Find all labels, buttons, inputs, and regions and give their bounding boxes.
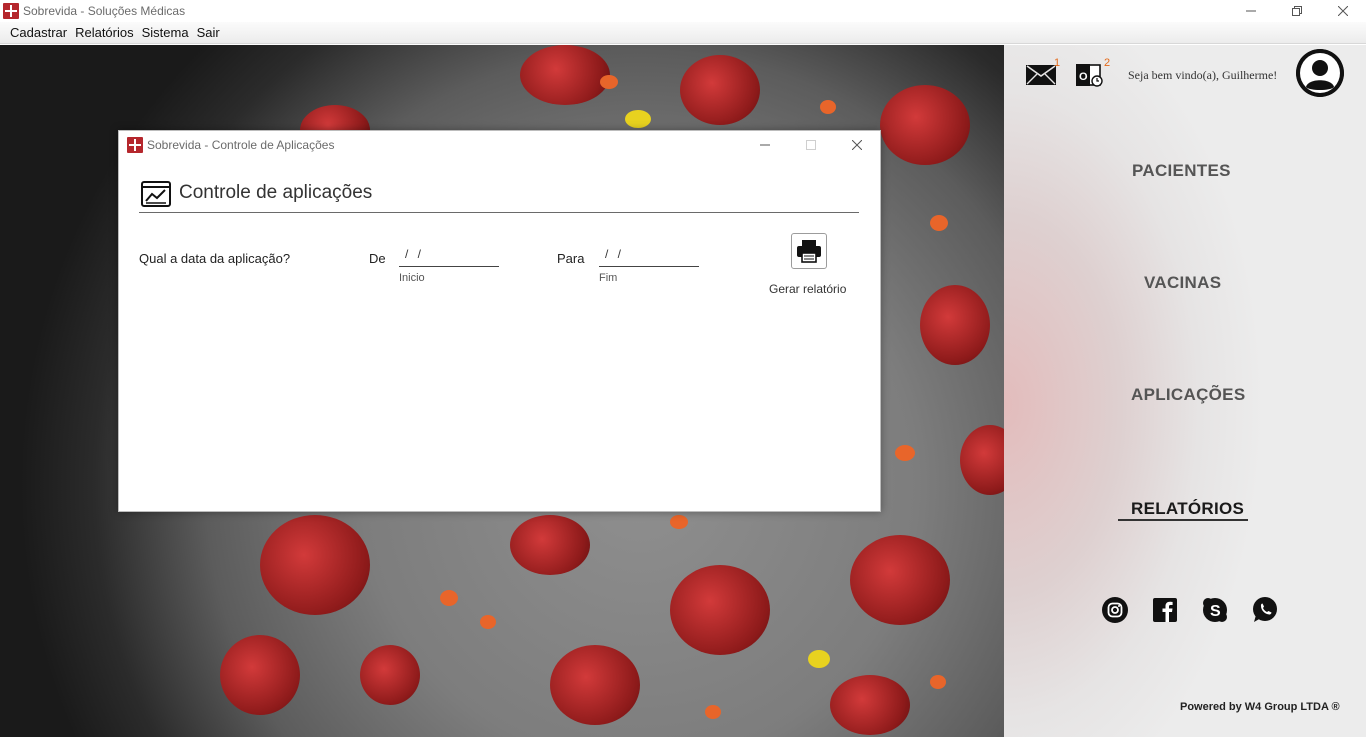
user-avatar-icon — [1296, 49, 1344, 97]
window-title: Sobrevida - Soluções Médicas — [23, 4, 186, 18]
dialog-heading: Controle de aplicações — [179, 182, 373, 203]
nav-vacinas[interactable]: VACINAS — [1144, 273, 1221, 293]
dialog-window-controls — [742, 131, 880, 159]
date-question-label: Qual a data da aplicação? — [139, 251, 291, 266]
report-dialog: Sobrevida - Controle de Aplicações Contr… — [118, 130, 881, 512]
mail-icon[interactable] — [1026, 65, 1056, 90]
dialog-header: Controle de aplicações — [139, 179, 859, 213]
restore-icon — [1292, 6, 1302, 16]
right-panel: 1 O 2 Seja bem vindo(a), Guilherme! PACI… — [1004, 45, 1366, 737]
welcome-text: Seja bem vindo(a), Guilherme! — [1128, 68, 1278, 82]
end-date-hint: Fim — [599, 272, 618, 284]
to-label: Para — [557, 251, 585, 266]
menu-relatorios[interactable]: Relatórios — [71, 25, 138, 40]
menu-sair[interactable]: Sair — [193, 25, 224, 40]
printer-icon — [797, 240, 821, 263]
report-chart-icon — [141, 181, 171, 212]
outlook-badge: 2 — [1104, 57, 1111, 69]
dialog-logo-icon — [127, 137, 143, 153]
window-controls — [1228, 0, 1366, 22]
start-date-hint: Inicio — [399, 272, 425, 284]
restore-button[interactable] — [1274, 0, 1320, 22]
start-date-field[interactable]: / / — [399, 245, 499, 267]
generate-report-label: Gerar relatório — [769, 282, 847, 296]
minimize-button[interactable] — [1228, 0, 1274, 22]
nav-active-underline — [1118, 519, 1248, 521]
instagram-icon[interactable] — [1102, 597, 1128, 623]
close-button[interactable] — [1320, 0, 1366, 22]
menu-bar: Cadastrar Relatórios Sistema Sair — [0, 22, 1366, 44]
dialog-title: Sobrevida - Controle de Aplicações — [147, 138, 335, 152]
from-label: De — [369, 251, 386, 266]
whatsapp-icon[interactable] — [1252, 597, 1278, 623]
svg-text:O: O — [1079, 71, 1088, 83]
close-icon — [1338, 6, 1348, 16]
dialog-maximize-button[interactable] — [788, 131, 834, 159]
powered-by-text: Powered by W4 Group LTDA ® — [1180, 701, 1340, 713]
end-date-field[interactable]: / / — [599, 245, 699, 267]
minimize-icon — [760, 144, 770, 146]
dialog-close-button[interactable] — [834, 131, 880, 159]
user-avatar[interactable] — [1296, 49, 1344, 97]
mail-badge: 1 — [1054, 57, 1061, 69]
facebook-icon[interactable] — [1152, 597, 1178, 623]
main-titlebar: Sobrevida - Soluções Médicas — [0, 0, 1366, 22]
close-icon — [852, 140, 862, 150]
nav-pacientes[interactable]: PACIENTES — [1132, 161, 1231, 181]
maximize-icon — [806, 140, 816, 150]
minimize-icon — [1246, 10, 1256, 12]
menu-cadastrar[interactable]: Cadastrar — [6, 25, 71, 40]
app-logo-icon — [3, 3, 19, 19]
dialog-titlebar: Sobrevida - Controle de Aplicações — [119, 131, 880, 159]
menu-sistema[interactable]: Sistema — [138, 25, 193, 40]
skype-icon[interactable]: S — [1202, 597, 1228, 623]
nav-relatorios[interactable]: RELATÓRIOS — [1131, 499, 1244, 519]
outlook-calendar-icon[interactable]: O — [1076, 62, 1104, 93]
nav-aplicacoes[interactable]: APLICAÇÕES — [1131, 385, 1245, 405]
dialog-minimize-button[interactable] — [742, 131, 788, 159]
generate-report-button[interactable] — [791, 233, 827, 269]
svg-text:S: S — [1210, 603, 1221, 620]
